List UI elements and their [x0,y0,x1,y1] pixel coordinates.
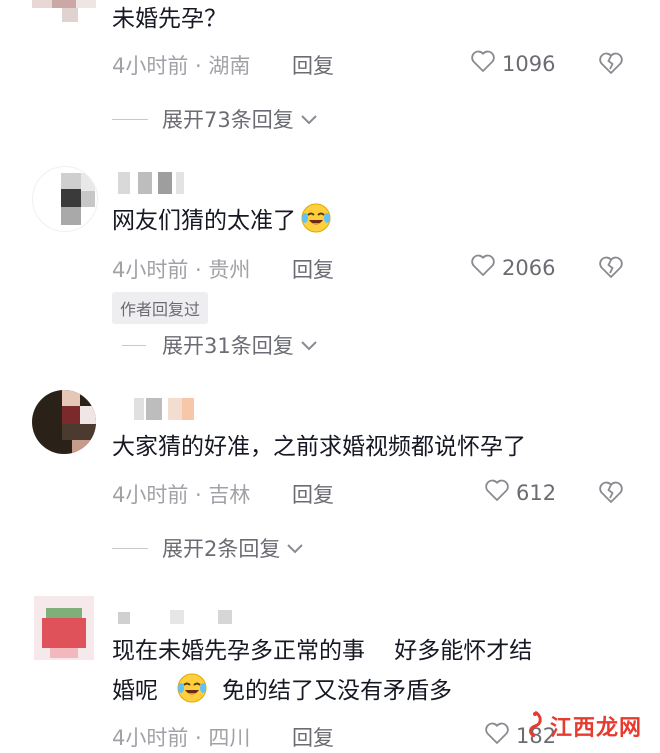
comment-text-part: 免的结了又没有矛盾多 [222,678,452,704]
laughing-tears-emoji-icon [300,202,332,234]
chevron-down-icon [294,333,318,357]
heart-outline-icon [470,49,496,78]
laughing-tears-emoji-icon [176,672,208,704]
expand-replies-button[interactable]: 展开31条回复 [112,330,318,360]
comment-text: 未婚先孕？ [112,6,227,32]
heart-outline-icon [484,721,510,750]
comment-meta: 4小时前 · 吉林 [112,483,251,507]
reply-button[interactable]: 回复 [292,254,334,284]
watermark-text: 江西龙网 [550,716,643,741]
like-count: 2066 [502,255,556,280]
comment-text: 网友们猜的太准了 [112,200,336,242]
comment-text-body: 网友们猜的太准了 [112,208,296,234]
like-count: 612 [516,480,557,505]
divider [112,547,148,549]
comment-meta: 4小时前 · 四川 [112,726,251,750]
broken-heart-icon[interactable] [598,479,624,505]
broken-heart-icon[interactable] [598,254,624,280]
dragon-logo-icon [524,710,546,742]
reply-button[interactable]: 回复 [292,50,334,80]
chevron-down-icon [294,107,318,131]
avatar[interactable] [32,0,96,30]
divider [112,118,148,120]
expand-replies-label: 展开31条回复 [162,334,294,358]
comment-meta: 4小时前 · 湖南 [112,54,251,78]
avatar[interactable] [32,390,96,454]
comment-meta: 4小时前 · 贵州 [112,258,251,282]
comment-text-part: 婚呢 [112,678,158,704]
avatar[interactable] [32,596,96,660]
chevron-down-icon [280,536,304,560]
comment-text-line-2: 婚呢 免的结了又没有矛盾多 [112,670,452,712]
expand-replies-button[interactable]: 展开73条回复 [112,104,318,134]
expand-replies-label: 展开2条回复 [162,537,281,561]
broken-heart-icon[interactable] [598,50,624,76]
avatar[interactable] [32,166,98,232]
expand-replies-button[interactable]: 展开2条回复 [112,533,304,563]
divider [122,344,146,346]
like-button[interactable]: 612 [484,478,556,507]
reply-button[interactable]: 回复 [292,479,334,509]
comment-text: 大家猜的好准，之前求婚视频都说怀孕了 [112,434,526,460]
heart-outline-icon [470,253,496,282]
site-watermark: 江西龙网 [524,708,642,744]
like-button[interactable]: 1096 [470,49,555,78]
reply-button[interactable]: 回复 [292,722,334,752]
like-count: 1096 [502,51,556,76]
author-replied-badge: 作者回复过 [112,292,209,324]
like-button[interactable]: 2066 [470,253,555,282]
expand-replies-label: 展开73条回复 [162,108,294,132]
comment-text-line-1: 现在未婚先孕多正常的事 好多能怀才结 [112,638,533,664]
heart-outline-icon [484,478,510,507]
